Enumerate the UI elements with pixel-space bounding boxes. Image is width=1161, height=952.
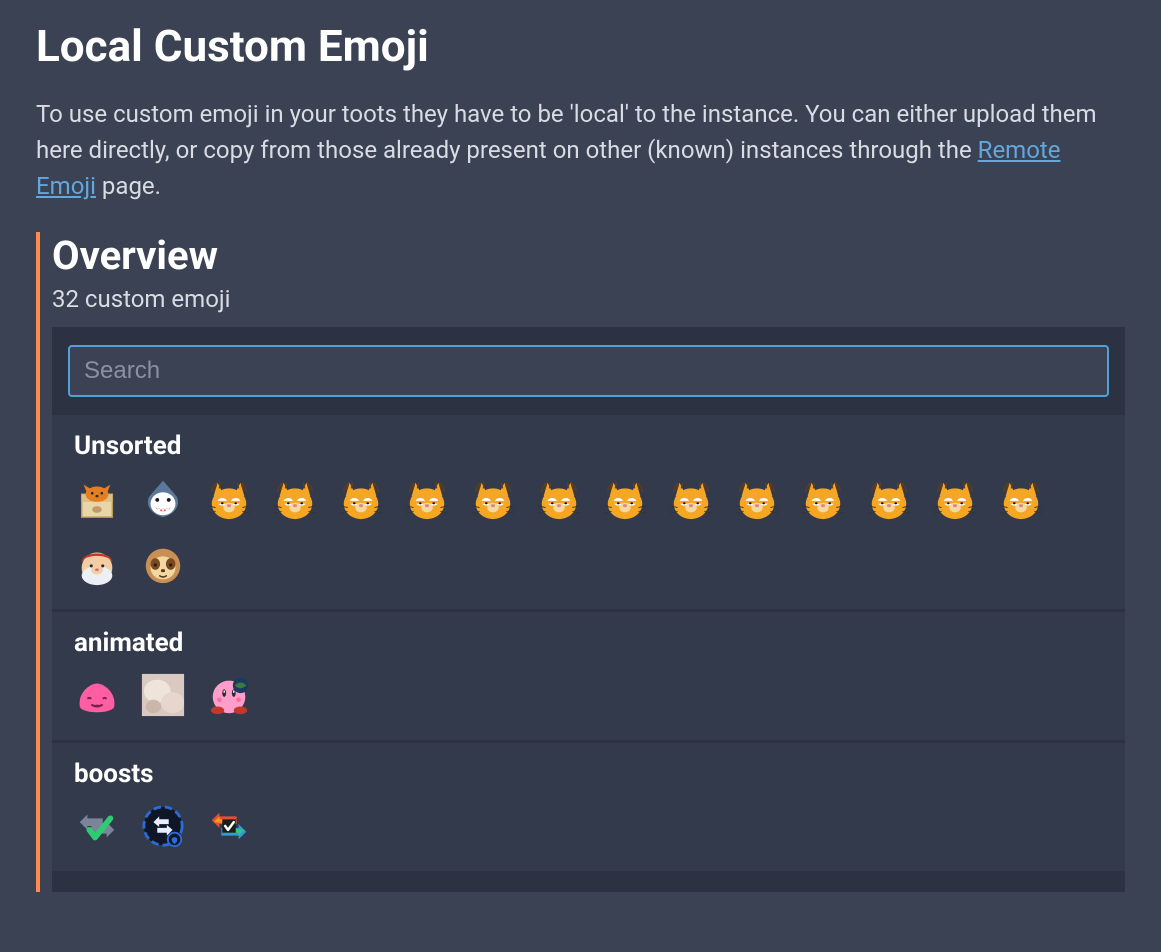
emoji-garfield-10[interactable] (800, 475, 846, 521)
emoji-grid (74, 672, 1103, 718)
emoji-boost-circle[interactable] (140, 803, 186, 849)
emoji-garfield-4[interactable] (404, 475, 450, 521)
emoji-fox-box[interactable] (74, 475, 120, 521)
overview-title: Overview (52, 232, 1125, 279)
emoji-garfield-3[interactable] (338, 475, 384, 521)
category-animated: animated (52, 612, 1125, 740)
category-title: boosts (74, 759, 1103, 789)
emoji-garfield-8[interactable] (668, 475, 714, 521)
emoji-garfield-5[interactable] (470, 475, 516, 521)
emoji-sloth[interactable] (140, 541, 186, 587)
emoji-garfield-9[interactable] (734, 475, 780, 521)
emoji-boost-rainbow[interactable] (206, 803, 252, 849)
intro-post: page. (96, 172, 161, 200)
emoji-fluffy[interactable] (140, 672, 186, 718)
category-title: animated (74, 628, 1103, 658)
intro-text: To use custom emoji in your toots they h… (36, 96, 1125, 204)
emoji-grid (74, 803, 1103, 849)
emoji-boost-check[interactable] (74, 803, 120, 849)
emoji-blob-pink[interactable] (74, 672, 120, 718)
panel-footer (52, 874, 1125, 892)
emoji-garfield-12[interactable] (932, 475, 978, 521)
emoji-panel: Unsorted animated boosts (52, 327, 1125, 892)
emoji-count: 32 custom emoji (52, 285, 1125, 313)
emoji-santa[interactable] (74, 541, 120, 587)
emoji-kirby-globe[interactable] (206, 672, 252, 718)
emoji-grid (74, 475, 1103, 587)
overview-section: Overview 32 custom emoji Unsorted animate… (36, 232, 1125, 892)
category-title: Unsorted (74, 431, 1103, 461)
category-boosts: boosts (52, 743, 1125, 871)
category-unsorted: Unsorted (52, 415, 1125, 609)
emoji-garfield-6[interactable] (536, 475, 582, 521)
emoji-shark[interactable] (140, 475, 186, 521)
page-title: Local Custom Emoji (36, 20, 1125, 72)
search-input[interactable] (68, 345, 1109, 397)
intro-pre: To use custom emoji in your toots they h… (36, 100, 1097, 164)
emoji-garfield-11[interactable] (866, 475, 912, 521)
emoji-garfield-1[interactable] (206, 475, 252, 521)
emoji-garfield-2[interactable] (272, 475, 318, 521)
emoji-garfield-13[interactable] (998, 475, 1044, 521)
emoji-garfield-7[interactable] (602, 475, 648, 521)
